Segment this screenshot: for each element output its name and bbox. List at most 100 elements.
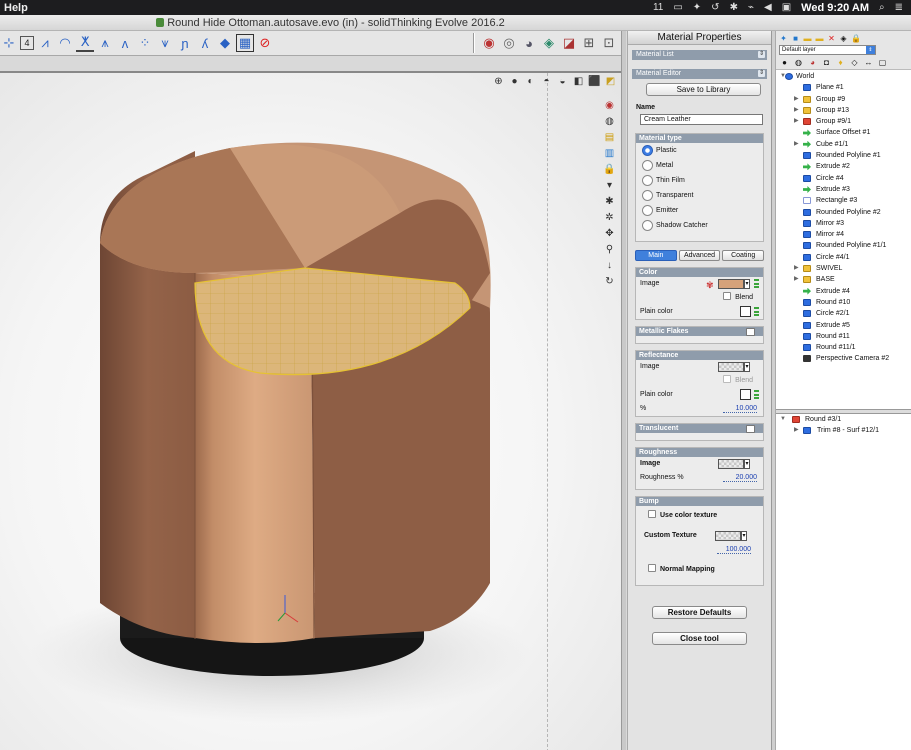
volume-icon[interactable]: ◀: [764, 2, 772, 13]
curve-points-icon[interactable]: ⁘: [136, 34, 154, 52]
tree-item[interactable]: ▶ Trim #8 - Surf #12/1: [776, 425, 911, 436]
tree-item[interactable]: Circle #2/1: [776, 308, 911, 319]
down-arrow-icon[interactable]: ↓: [603, 259, 616, 272]
radio-icon[interactable]: [642, 190, 653, 201]
close-tool-button[interactable]: Close tool: [652, 632, 747, 645]
environment-icon[interactable]: ◈: [540, 34, 558, 52]
plain-color-swatch[interactable]: [740, 389, 751, 400]
edit-icon[interactable]: [754, 307, 759, 316]
folder-icon[interactable]: ▤: [603, 131, 616, 144]
camera-icon[interactable]: ◉: [603, 99, 616, 112]
tree-item[interactable]: Rectangle #3: [776, 195, 911, 206]
box-shaded-icon[interactable]: ◩: [604, 75, 617, 88]
reflectance-dropdown[interactable]: ▾: [744, 362, 750, 372]
wire-sphere-icon[interactable]: ◓: [540, 75, 553, 88]
material-list-header[interactable]: Material List ⇕: [632, 50, 767, 60]
color-texture-swatch[interactable]: [718, 279, 744, 289]
render-icon[interactable]: ◉: [480, 34, 498, 52]
display-icon[interactable]: ▭: [673, 2, 682, 13]
tab-advanced[interactable]: Advanced: [678, 250, 721, 261]
time-machine-icon[interactable]: ↺: [711, 2, 719, 13]
material-name-input[interactable]: Cream Leather: [640, 114, 763, 125]
tree-item[interactable]: Plane #1: [776, 82, 911, 93]
tree-item[interactable]: Round #11/1: [776, 342, 911, 353]
3d-viewport[interactable]: ⊕ ● ◐ ◓ ◒ ◧ ⬛ ◩ ◉ ◍ ▤ ▥ 🔒 ▾ ✱ ✲ ✥ ⚲ ↓ ↻: [0, 71, 621, 750]
globe-icon[interactable]: ⊕: [492, 75, 505, 88]
type-transparent[interactable]: Transparent: [636, 188, 763, 203]
tab-coating[interactable]: Coating: [722, 250, 765, 261]
edit-icon[interactable]: [754, 279, 759, 288]
lock-icon[interactable]: 🔒: [851, 34, 861, 43]
snap-grid-icon[interactable]: ▦: [236, 34, 254, 52]
use-color-texture-row[interactable]: Use color texture: [636, 509, 763, 523]
render-sphere-icon[interactable]: ◒: [556, 75, 569, 88]
color-blend-row[interactable]: Blend: [636, 291, 763, 305]
dimensions-tab-icon[interactable]: ↔: [864, 58, 873, 67]
curve-edit-icon[interactable]: ⩚: [96, 34, 114, 52]
reflectance-texture-swatch[interactable]: [718, 362, 744, 372]
type-metal[interactable]: Metal: [636, 158, 763, 173]
objects-tab-icon[interactable]: ●: [780, 58, 789, 67]
tree-item[interactable]: Circle #4: [776, 173, 911, 184]
tree-item[interactable]: Round #10: [776, 297, 911, 308]
expand-arrow-icon[interactable]: ▶: [794, 425, 799, 436]
render-settings-icon[interactable]: ◎: [500, 34, 518, 52]
tree-item[interactable]: Rounded Polyline #2: [776, 207, 911, 218]
lock-icon[interactable]: 🔒: [603, 163, 616, 176]
collapse-icon[interactable]: ⇕: [758, 51, 765, 58]
no-entry-icon[interactable]: ⊘: [256, 34, 274, 52]
shaded-sphere-icon[interactable]: ●: [508, 75, 521, 88]
tree-item[interactable]: Rounded Polyline #1: [776, 150, 911, 161]
display-mirroring-icon[interactable]: ▣: [782, 2, 791, 13]
expand-arrow-icon[interactable]: ▶: [794, 139, 799, 150]
diamond-icon[interactable]: ◈: [839, 34, 848, 43]
folder-open-icon[interactable]: ▬: [815, 34, 824, 43]
material-icon[interactable]: ◕: [520, 34, 538, 52]
texture-icon[interactable]: ◪: [560, 34, 578, 52]
tree-item[interactable]: Round #11: [776, 331, 911, 342]
folder-icon[interactable]: ▬: [803, 34, 812, 43]
tree-item[interactable]: Mirror #3: [776, 218, 911, 229]
bluetooth-icon[interactable]: ✱: [730, 2, 738, 13]
curve-polyline-icon[interactable]: ⩘: [36, 34, 54, 52]
edit-icon[interactable]: [754, 390, 759, 399]
menu-help[interactable]: Help: [0, 2, 28, 14]
type-thin-film[interactable]: Thin Film: [636, 173, 763, 188]
tree-item[interactable]: ▶ SWIVEL: [776, 263, 911, 274]
refresh-icon[interactable]: ↻: [603, 275, 616, 288]
roughness-percent-input[interactable]: 20.000: [723, 473, 757, 482]
type-emitter[interactable]: Emitter: [636, 203, 763, 218]
roughness-dropdown[interactable]: ▾: [744, 459, 750, 469]
normal-mapping-row[interactable]: Normal Mapping: [636, 563, 763, 577]
tree-item[interactable]: ▶ Cube #1/1: [776, 139, 911, 150]
normal-mapping-checkbox[interactable]: [648, 564, 656, 572]
roughness-texture-swatch[interactable]: [718, 459, 744, 469]
layers-icon[interactable]: ▥: [603, 147, 616, 160]
box-tab-icon[interactable]: ▢: [878, 58, 887, 67]
tree-item[interactable]: Rounded Polyline #1/1: [776, 240, 911, 251]
type-plastic[interactable]: Plastic: [636, 143, 763, 158]
tree-item[interactable]: Extrude #5: [776, 320, 911, 331]
blue-square-icon[interactable]: ■: [791, 34, 800, 43]
texture-map-icon[interactable]: ✾: [706, 278, 714, 292]
expand-arrow-icon[interactable]: ▶: [794, 263, 799, 274]
box-icon[interactable]: ⬛: [588, 75, 601, 88]
curve-tool-icon[interactable]: ⵅ: [76, 34, 94, 52]
arc-icon[interactable]: ◠: [56, 34, 74, 52]
zoom-icon[interactable]: ⚲: [603, 243, 616, 256]
material-editor-header[interactable]: Material Editor ⇕: [632, 69, 767, 79]
translucent-checkbox[interactable]: [746, 425, 755, 433]
expand-arrow-icon[interactable]: ▶: [794, 116, 799, 127]
curve-fillet-icon[interactable]: ɲ: [176, 34, 194, 52]
curve-blend-icon[interactable]: ⩛: [156, 34, 174, 52]
collapse-arrow-icon[interactable]: ▼: [780, 414, 786, 425]
reflectance-percent-input[interactable]: 10.000: [723, 404, 757, 413]
menubar-clock[interactable]: Wed 9:20 AM: [801, 2, 869, 14]
save-to-library-button[interactable]: Save to Library: [646, 83, 761, 96]
solid-icon[interactable]: ◆: [216, 34, 234, 52]
blend-checkbox[interactable]: [723, 292, 732, 300]
expand-arrow-icon[interactable]: ▶: [794, 94, 799, 105]
use-color-texture-checkbox[interactable]: [648, 510, 656, 518]
tree-item[interactable]: Surface Offset #1: [776, 127, 911, 138]
notification-center-icon[interactable]: ≣: [895, 2, 903, 13]
